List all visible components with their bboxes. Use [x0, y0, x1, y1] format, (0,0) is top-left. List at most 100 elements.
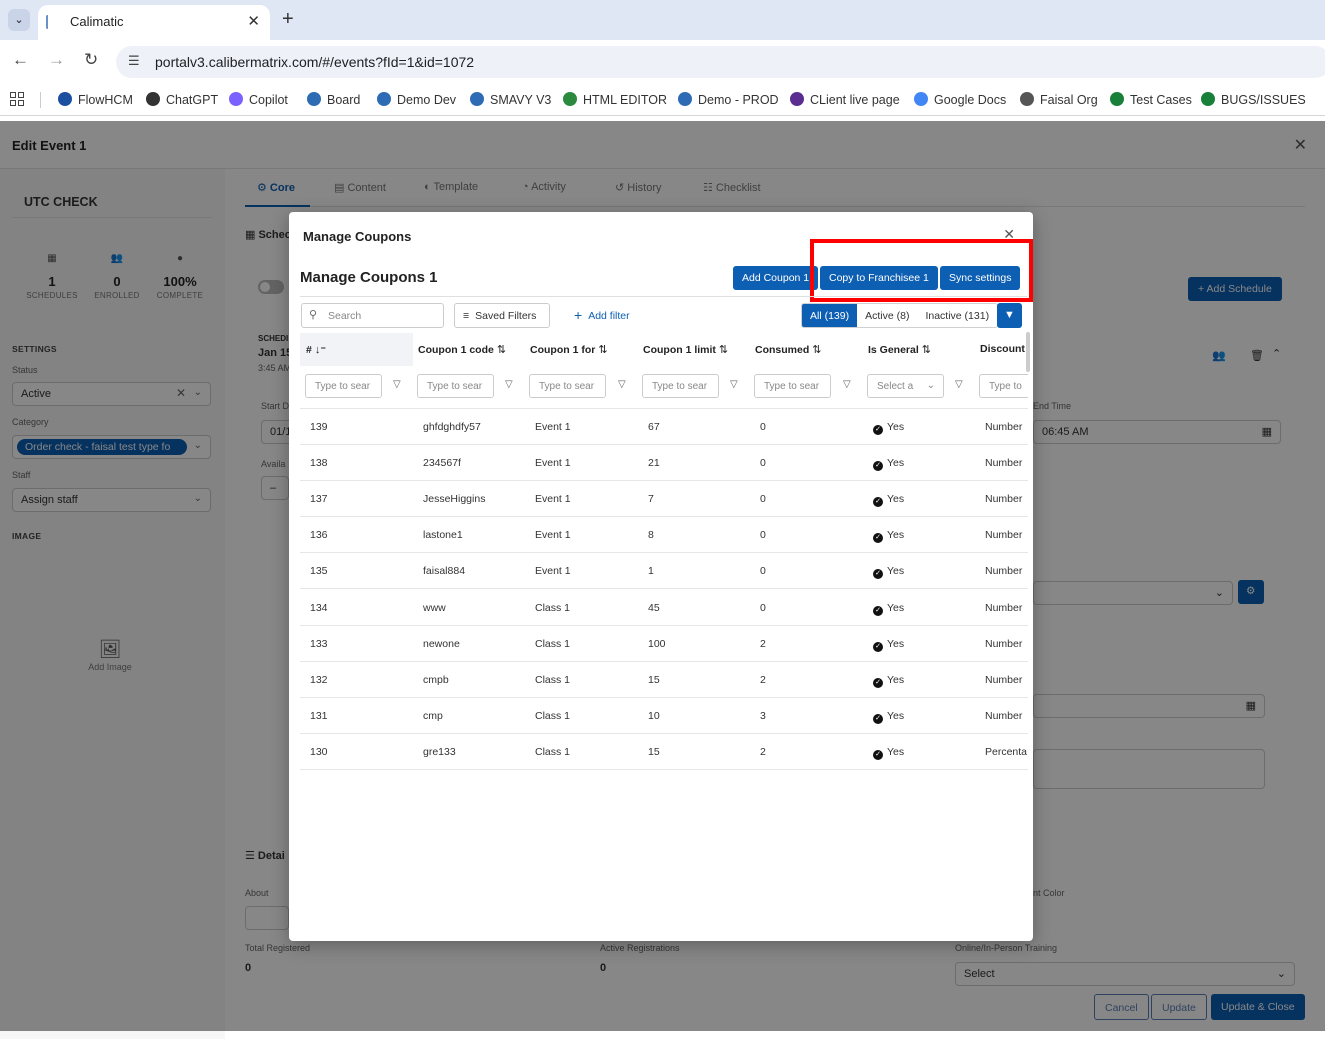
funnel-icon[interactable]: ▽ [393, 379, 401, 390]
table-row[interactable]: 138 234567f Event 1 21 0 ✓ Yes Number [300, 445, 1028, 481]
cell-limit: 45 [648, 602, 660, 614]
cell-for: Event 1 [535, 529, 571, 541]
bookmark-item[interactable]: CLient live page [790, 92, 900, 107]
bookmark-label: Board [327, 93, 361, 107]
url-field[interactable]: ☰ portalv3.calibermatrix.com/#/events?fI… [116, 46, 1325, 78]
saved-filters-button[interactable]: ≡ Saved Filters [454, 303, 550, 328]
table-row[interactable]: 134 www Class 1 45 0 ✓ Yes Number [300, 590, 1028, 626]
cell-consumed: 0 [760, 602, 766, 614]
url-text[interactable]: portalv3.calibermatrix.com/#/events?fId=… [155, 54, 474, 70]
cell-limit: 21 [648, 457, 660, 469]
check-circle-icon: ✓ [873, 642, 883, 652]
back-arrow-icon[interactable]: ← [12, 50, 29, 70]
bookmark-item[interactable]: Test Cases [1110, 92, 1192, 107]
table-row[interactable]: 132 cmpb Class 1 15 2 ✓ Yes Number [300, 662, 1028, 698]
browser-tab[interactable]: Calimatic ✕ [38, 5, 270, 40]
column-header-code[interactable]: Coupon 1 code ⇅ [418, 333, 506, 366]
forward-arrow-icon[interactable]: → [48, 50, 65, 70]
cell-general: ✓ Yes [873, 493, 904, 507]
site-settings-icon[interactable]: ☰ [128, 53, 140, 69]
table-row[interactable]: 131 cmp Class 1 10 3 ✓ Yes Number [300, 698, 1028, 734]
bookmark-item[interactable]: HTML EDITOR [563, 92, 667, 107]
cell-code: 234567f [423, 457, 461, 469]
filter-input-for[interactable]: Type to sear [529, 374, 606, 398]
table-row[interactable]: 130 gre133 Class 1 15 2 ✓ Yes Percenta [300, 734, 1028, 770]
funnel-icon[interactable]: ▽ [843, 379, 851, 390]
funnel-icon[interactable]: ▽ [955, 379, 963, 390]
add-coupon-button[interactable]: Add Coupon 1 [733, 266, 819, 290]
funnel-icon[interactable]: ▽ [505, 379, 513, 390]
bookmark-label: Copilot [249, 93, 288, 107]
filter-input-limit[interactable]: Type to sear [642, 374, 719, 398]
table-row[interactable]: 137 JesseHiggins Event 1 7 0 ✓ Yes Number [300, 481, 1028, 517]
cell-for: Event 1 [535, 565, 571, 577]
bookmark-item[interactable]: SMAVY V3 [470, 92, 551, 107]
bookmark-label: Faisal Org [1040, 93, 1098, 107]
table-row[interactable]: 133 newone Class 1 100 2 ✓ Yes Number [300, 626, 1028, 662]
bookmark-item[interactable]: Demo - PROD [678, 92, 779, 107]
bookmark-item[interactable]: Copilot [229, 92, 288, 107]
column-header-for[interactable]: Coupon 1 for ⇅ [530, 333, 608, 366]
cell-consumed: 2 [760, 638, 766, 650]
bookmark-favicon-icon [307, 92, 321, 106]
column-label: Discount [980, 343, 1025, 355]
modal-subtitle: Manage Coupons 1 [300, 269, 438, 286]
reload-icon[interactable]: ↻ [84, 50, 98, 70]
column-header-discount[interactable]: Discount [980, 333, 1025, 366]
funnel-icon[interactable]: ▽ [618, 379, 626, 390]
column-header-general[interactable]: Is General ⇅ [868, 333, 931, 366]
bookmark-item[interactable]: FlowHCM [58, 92, 133, 107]
cell-general: ✓ Yes [873, 710, 904, 724]
browser-tab-strip: ⌄ Calimatic ✕ + [0, 0, 1325, 40]
chevron-down-icon: ⌄ [926, 380, 935, 391]
bookmark-item[interactable]: Demo Dev [377, 92, 456, 107]
tab-search-chevron-icon[interactable]: ⌄ [8, 9, 30, 31]
cell-general: ✓ Yes [873, 746, 904, 760]
tab-close-icon[interactable]: ✕ [247, 12, 260, 30]
column-header-limit[interactable]: Coupon 1 limit ⇅ [643, 333, 728, 366]
table-row[interactable]: 139 ghfdghdfy57 Event 1 67 0 ✓ Yes Number [300, 409, 1028, 445]
segment-active[interactable]: Active (8) [857, 304, 917, 327]
bookmark-item[interactable]: Faisal Org [1020, 92, 1098, 107]
sort-icon: ⇅ [812, 344, 822, 356]
cell-discount: Number [985, 602, 1023, 614]
cell-code: faisal884 [423, 565, 466, 577]
cell-consumed: 0 [760, 529, 766, 541]
bookmark-item[interactable]: Google Docs [914, 92, 1006, 107]
column-header-id[interactable]: # ↓⁼ [300, 333, 413, 366]
cell-discount: Number [985, 565, 1023, 577]
cell-code: gre133 [423, 746, 456, 758]
funnel-icon[interactable]: ▽ [730, 379, 738, 390]
table-row[interactable]: 136 lastone1 Event 1 8 0 ✓ Yes Number [300, 517, 1028, 553]
sort-icon: ⇅ [496, 344, 507, 356]
segment-inactive[interactable]: Inactive (131) [917, 304, 997, 327]
cell-discount: Number [985, 457, 1023, 469]
vertical-scrollbar[interactable] [1026, 332, 1030, 372]
cell-general: ✓ Yes [873, 457, 904, 471]
check-circle-icon: ✓ [873, 750, 883, 760]
apps-grid-icon[interactable] [10, 92, 24, 106]
divider [300, 296, 1027, 297]
segment-all[interactable]: All (139) [802, 304, 858, 327]
filter-input-code[interactable]: Type to sear [417, 374, 494, 398]
column-header-consumed[interactable]: Consumed ⇅ [755, 333, 821, 366]
new-tab-plus-icon[interactable]: + [282, 8, 294, 31]
cell-id: 133 [310, 638, 328, 650]
table-row[interactable]: 135 faisal884 Event 1 1 0 ✓ Yes Number [300, 553, 1028, 589]
bookmark-item[interactable]: Board [307, 92, 360, 107]
cell-limit: 7 [648, 493, 654, 505]
bookmark-favicon-icon [678, 92, 692, 106]
check-circle-icon: ✓ [873, 533, 883, 543]
filter-input-discount[interactable]: Type to [979, 374, 1028, 398]
filter-funnel-button[interactable]: ▼ [997, 303, 1022, 328]
bookmark-item[interactable]: BUGS/ISSUES [1201, 92, 1306, 107]
cell-for: Event 1 [535, 493, 571, 505]
add-filter-button[interactable]: + Add filter [574, 307, 630, 323]
filter-input-consumed[interactable]: Type to sear [754, 374, 831, 398]
cell-code: lastone1 [423, 529, 463, 541]
search-input[interactable]: ⚲ Search [301, 303, 444, 328]
filter-input-id[interactable]: Type to sear [305, 374, 382, 398]
filter-select-general[interactable]: Select a ⌄ [867, 374, 944, 398]
cell-for: Event 1 [535, 457, 571, 469]
bookmark-item[interactable]: ChatGPT [146, 92, 218, 107]
